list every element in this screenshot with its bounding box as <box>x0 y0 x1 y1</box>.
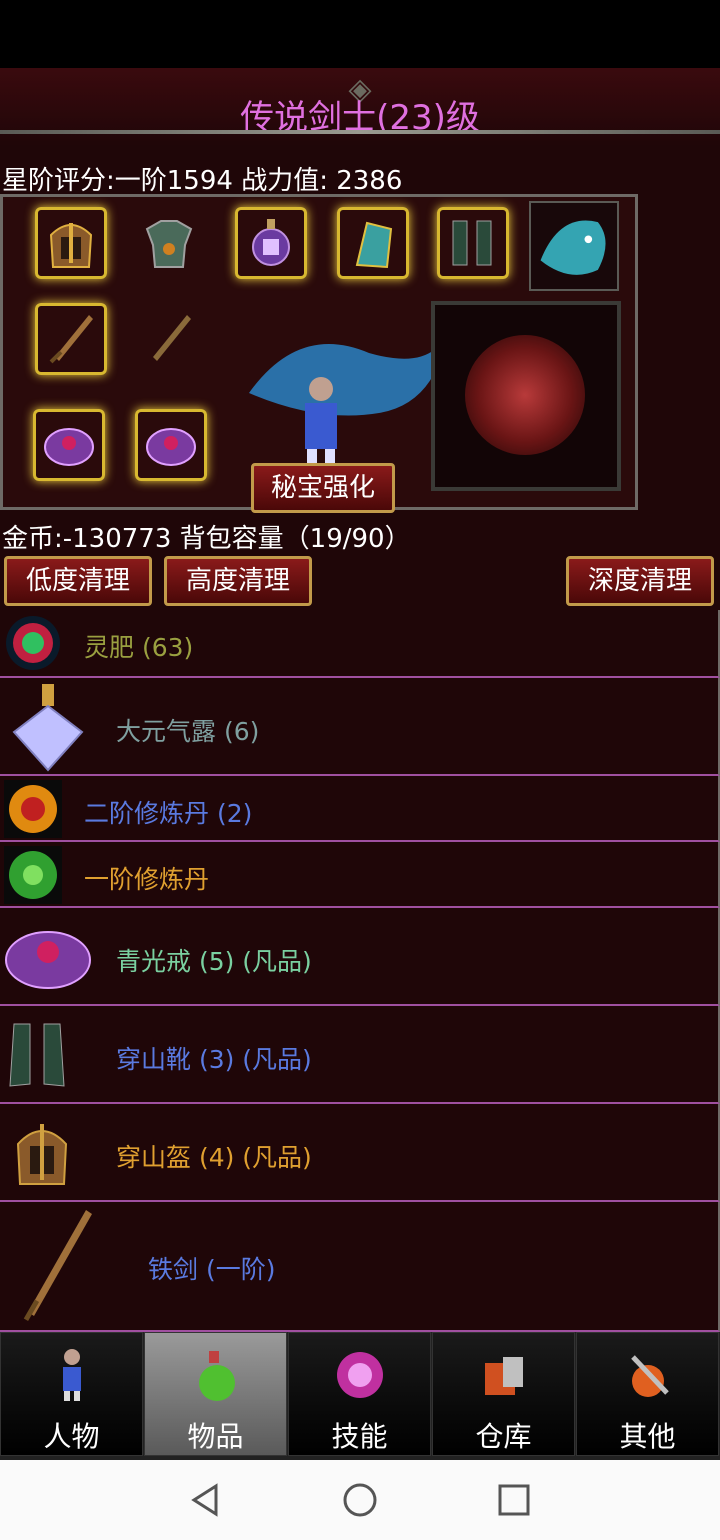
list-item[interactable]: 一阶修炼丹 <box>0 842 720 908</box>
bottom-tab-bar: 人物 物品 技能 仓库 其他 <box>0 1332 720 1460</box>
tab-label: 技能 <box>331 1420 388 1453</box>
mount-frame[interactable] <box>431 301 621 491</box>
deep-clean-button[interactable]: 深度清理 <box>566 556 714 606</box>
back-icon[interactable] <box>188 1482 224 1518</box>
item-label: 青光戒 (5) (凡品) <box>116 947 312 976</box>
tab-character[interactable]: 人物 <box>0 1332 143 1456</box>
item-label: 穿山靴 (3) (凡品) <box>116 1045 312 1074</box>
title-bar: ◈ 传说剑士(23)级 <box>0 68 720 146</box>
tab-label: 物品 <box>187 1420 244 1453</box>
potion-icon <box>199 1351 235 1401</box>
weapon-slot[interactable] <box>35 303 107 375</box>
tiger-emblem-icon <box>465 335 585 455</box>
amulet-icon <box>252 219 290 266</box>
green-orb-icon <box>6 616 60 670</box>
helmet-icon <box>16 1124 68 1185</box>
tab-label: 人物 <box>43 1420 100 1453</box>
boots-slot[interactable] <box>437 207 509 279</box>
status-bar <box>0 0 720 68</box>
crystal-flask-icon <box>12 684 84 772</box>
equipment-panel: 秘宝强化 <box>0 194 638 513</box>
sword-icon <box>153 315 191 361</box>
sword-icon <box>23 1210 92 1322</box>
offhand-slot[interactable] <box>133 303 205 375</box>
ring-icon <box>146 428 196 466</box>
list-item[interactable]: 大元气露 (6) <box>0 678 720 776</box>
tab-warehouse[interactable]: 仓库 <box>432 1332 575 1456</box>
bracer-slot[interactable] <box>337 207 409 279</box>
ring-icon <box>44 428 94 466</box>
character-icon <box>63 1349 81 1401</box>
tab-other[interactable]: 其他 <box>576 1332 719 1456</box>
helmet-icon <box>49 223 93 268</box>
warehouse-icon <box>485 1357 523 1395</box>
orange-pill-icon <box>4 780 62 838</box>
boots-icon <box>452 220 492 266</box>
secret-treasure-button[interactable]: 秘宝强化 <box>251 463 395 513</box>
ring-slot-right[interactable] <box>135 409 207 481</box>
helmet-slot[interactable] <box>35 207 107 279</box>
list-item[interactable]: 穿山盔 (4) (凡品) <box>0 1104 720 1202</box>
game-screen: ◈ 传说剑士(23)级 星阶评分:一阶1594 战力值: 2386 秘宝强化 金… <box>0 68 720 1460</box>
bracer-icon <box>355 221 393 269</box>
list-item[interactable]: 铁剑 (一阶) <box>0 1202 720 1332</box>
frame-divider <box>0 130 720 134</box>
skill-orb-icon <box>337 1352 383 1398</box>
pet-slot[interactable] <box>529 201 619 291</box>
item-list: 灵肥 (63) 大元气露 (6) 二阶修炼丹 (2) 一阶修炼丹 青光戒 (5)… <box>0 610 720 1332</box>
armor-icon <box>145 220 193 268</box>
low-clean-button[interactable]: 低度清理 <box>4 556 152 606</box>
score-line: 星阶评分:一阶1594 战力值: 2386 <box>2 166 403 196</box>
item-label: 铁剑 (一阶) <box>148 1255 276 1284</box>
tab-label: 仓库 <box>475 1420 532 1453</box>
ring-slot-left[interactable] <box>33 409 105 481</box>
item-label: 一阶修炼丹 <box>84 865 210 894</box>
list-item[interactable]: 青光戒 (5) (凡品) <box>0 908 720 1006</box>
tab-skills[interactable]: 技能 <box>288 1332 431 1456</box>
recents-icon[interactable] <box>496 1482 532 1518</box>
tab-label: 其他 <box>619 1420 676 1453</box>
gold-and-capacity: 金币:-130773 背包容量（19/90） <box>2 524 411 554</box>
boots-icon <box>9 1023 65 1087</box>
tab-items[interactable]: 物品 <box>144 1332 287 1456</box>
sword-icon <box>49 315 93 364</box>
item-label: 二阶修炼丹 (2) <box>84 799 253 828</box>
list-item[interactable]: 二阶修炼丹 (2) <box>0 776 720 842</box>
home-icon[interactable] <box>342 1482 378 1518</box>
list-item[interactable]: 灵肥 (63) <box>0 610 720 678</box>
system-nav-bar <box>0 1460 720 1540</box>
other-icon <box>631 1355 669 1397</box>
green-pill-icon <box>4 846 62 904</box>
high-clean-button[interactable]: 高度清理 <box>164 556 312 606</box>
list-item[interactable]: 穿山靴 (3) (凡品) <box>0 1006 720 1104</box>
spirit-wolf-icon <box>540 220 606 275</box>
item-label: 穿山盔 (4) (凡品) <box>116 1143 312 1172</box>
item-label: 灵肥 (63) <box>84 633 194 662</box>
ring-icon <box>5 931 91 989</box>
necklace-slot[interactable] <box>235 207 307 279</box>
armor-slot[interactable] <box>133 207 205 279</box>
item-label: 大元气露 (6) <box>116 717 260 746</box>
